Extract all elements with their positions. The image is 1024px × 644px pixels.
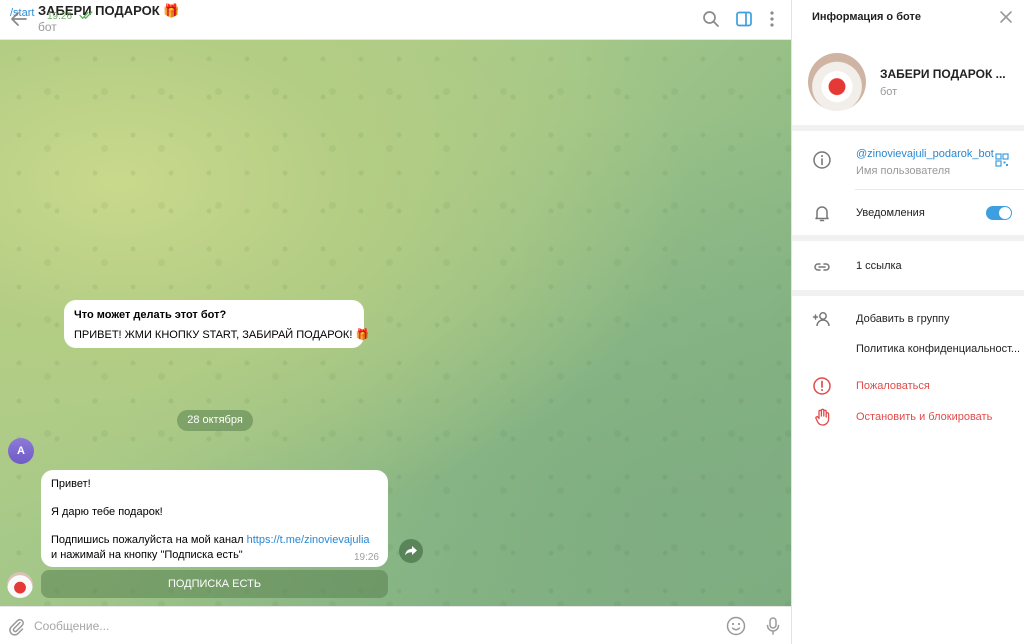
section-divider (792, 235, 1024, 241)
message-text[interactable]: /start (10, 7, 34, 19)
message-line-prefix: Подпишись пожалуйста на мой канал (51, 534, 247, 546)
message-input[interactable] (34, 615, 714, 637)
link-icon (814, 263, 830, 271)
incoming-message[interactable]: Привет! Я дарю тебе подарок! Подпишись п… (41, 470, 388, 567)
bell-icon (815, 206, 829, 222)
panel-title: Информация о боте (812, 11, 921, 23)
bot-username[interactable]: @zinovievajuli_podarok_bot (856, 148, 994, 160)
bot-status: бот (880, 86, 898, 98)
section-divider (792, 290, 1024, 296)
more-vert-icon[interactable] (762, 9, 782, 29)
bot-description-text: ПРИВЕТ! ЖМИ КНОПКУ START, ЗАБИРАЙ ПОДАРО… (74, 329, 370, 341)
bot-avatar[interactable] (7, 572, 33, 598)
qr-code-icon[interactable] (995, 153, 1009, 167)
privacy-policy[interactable]: Политика конфиденциальност... (856, 343, 1020, 355)
date-badge: 28 октября (177, 410, 253, 431)
message-time: 19:26 (353, 552, 379, 563)
message-composer (0, 606, 791, 644)
add-to-group[interactable]: Добавить в группу (856, 313, 950, 325)
message-line: Я дарю тебе подарок! (51, 506, 163, 518)
links-count[interactable]: 1 ссылка (856, 260, 902, 272)
stop-hand-icon (815, 408, 830, 426)
row-divider (855, 189, 1024, 190)
bot-description-bubble: Что может делать этот бот? ПРИВЕТ! ЖМИ К… (64, 300, 369, 348)
close-icon[interactable] (999, 10, 1013, 24)
add-user-icon (812, 312, 830, 327)
notifications-label: Уведомления (856, 207, 925, 219)
search-icon[interactable] (701, 9, 721, 29)
sidebar-toggle-icon[interactable] (734, 9, 754, 29)
username-caption: Имя пользователя (856, 165, 951, 177)
info-icon (813, 151, 831, 169)
block-bot[interactable]: Остановить и блокировать (856, 411, 992, 423)
channel-link[interactable]: https://t.me/zinovievajulia (247, 534, 370, 546)
report-icon (813, 377, 831, 395)
report-bot[interactable]: Пожаловаться (856, 380, 930, 392)
chat-area: ЗАБЕРИ ПОДАРОК 🎁 бот Что может делать эт… (0, 0, 791, 644)
chat-subtitle: бот (38, 20, 57, 34)
share-icon[interactable] (399, 539, 423, 563)
chat-header: ЗАБЕРИ ПОДАРОК 🎁 бот (0, 0, 791, 40)
attach-icon[interactable] (6, 616, 26, 636)
message-line: Привет! (51, 478, 91, 490)
bot-info-panel: Информация о боте ЗАБЕРИ ПОДАРОК ... бот… (791, 0, 1024, 644)
subscribe-confirm-button[interactable]: ПОДПИСКА ЕСТЬ (41, 570, 388, 598)
bot-name: ЗАБЕРИ ПОДАРОК ... (880, 67, 1006, 81)
emoji-icon[interactable] (725, 615, 747, 637)
message-line: Подпишись пожалуйста на мой канал https:… (51, 534, 370, 546)
mic-icon[interactable] (762, 615, 784, 637)
message-time: 19:26 (47, 11, 73, 22)
section-divider (792, 125, 1024, 131)
bot-profile-avatar[interactable] (808, 53, 866, 111)
user-avatar[interactable]: A (8, 438, 34, 464)
double-check-icon (79, 11, 93, 19)
notifications-toggle[interactable] (986, 206, 1012, 220)
bot-description-title: Что может делать этот бот? (74, 309, 227, 321)
message-line: и нажимай на кнопку "Подписка есть" (51, 549, 243, 561)
